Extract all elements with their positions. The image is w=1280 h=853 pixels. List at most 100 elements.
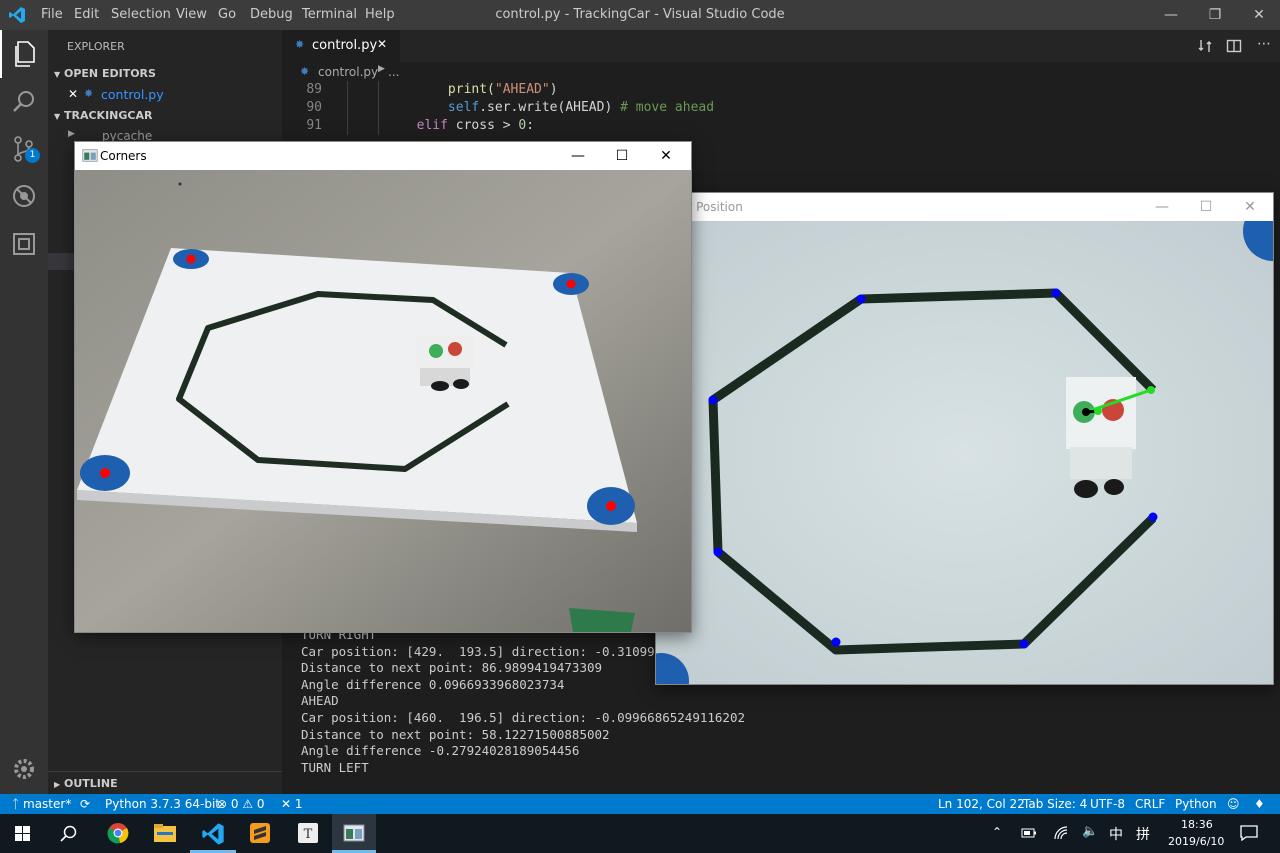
line-ending[interactable]: CRLF [1135, 797, 1165, 811]
python-file-icon: ✸ [300, 65, 310, 78]
car-image [416, 336, 474, 391]
code-text: self.ser.write(AHEAD) # move ahead [447, 100, 715, 115]
problems-status[interactable]: ⊗ 0 ⚠ 0 [217, 797, 265, 811]
tools-status[interactable]: ✕ 1 [281, 797, 303, 811]
line-number: 91 [306, 118, 322, 133]
tab-size[interactable]: Tab Size: 4 [1023, 797, 1087, 811]
ime-indicator[interactable]: 中 [1109, 824, 1123, 844]
corners-camera-image [75, 170, 691, 632]
cursor-position[interactable]: Ln 102, Col 22 [938, 797, 1025, 811]
clock-date[interactable]: 2019/6/10 [1168, 835, 1224, 848]
title-bar: File Edit Selection View Go Debug Termin… [0, 0, 1280, 30]
notifications-bell-icon[interactable]: ♦ [1254, 797, 1265, 811]
project-section[interactable]: ▼ TRACKINGCAR [54, 109, 152, 122]
tray-chevron-up-icon[interactable]: ⌃ [992, 825, 1002, 839]
line-number: 89 [306, 82, 322, 97]
feedback-smiley-icon[interactable]: ☺ [1227, 797, 1240, 811]
wifi-icon[interactable] [1053, 825, 1069, 841]
open-file-control-py[interactable]: control.py [101, 87, 164, 102]
svg-text:T: T [304, 827, 313, 842]
scm-badge: 1 [25, 148, 40, 163]
indent-guide [347, 81, 348, 135]
gear-icon[interactable] [0, 745, 48, 793]
close-button[interactable]: ✕ [1228, 193, 1272, 221]
windows-taskbar: T ⌃ 🔈 中 拼 18:36 2019/6/10 [0, 814, 1280, 853]
search-icon[interactable] [60, 825, 78, 843]
minimize-button[interactable]: — [1140, 193, 1184, 221]
file-explorer-icon[interactable] [153, 823, 177, 843]
close-button[interactable]: ✕ [1237, 0, 1280, 30]
open-editors-section[interactable]: ▼ OPEN EDITORS [54, 67, 156, 80]
tab-close-icon[interactable]: ✕ [377, 37, 387, 51]
close-editor-icon[interactable]: ✕ [68, 87, 78, 101]
breadcrumb-file[interactable]: control.py [318, 65, 378, 79]
terminal-line: Angle difference -0.27924028189054456 [301, 743, 580, 759]
source-control-icon[interactable]: 1 [0, 126, 48, 174]
activity-bar: 1 [0, 30, 48, 794]
language-mode[interactable]: Python [1175, 797, 1217, 811]
split-editor-icon[interactable] [1226, 38, 1242, 54]
tab-label: control.py [312, 38, 378, 53]
action-center-icon[interactable] [1240, 825, 1258, 841]
code-line[interactable]: 90 self.ser.write(AHEAD) # move ahead [282, 99, 1280, 117]
typora-icon[interactable]: T [297, 822, 319, 844]
image-window-icon [343, 824, 365, 842]
python-file-icon: ✸ [84, 87, 94, 100]
car-position-titlebar[interactable]: ar Position — ☐ ✕ [656, 193, 1273, 221]
battery-icon[interactable] [1021, 827, 1037, 839]
python-file-icon: ✸ [295, 38, 305, 51]
encoding[interactable]: UTF-8 [1090, 797, 1125, 811]
terminal-line: TURN LEFT [301, 759, 369, 775]
terminal-line: Angle difference 0.0966933968023734 [301, 676, 565, 692]
corners-window[interactable]: Corners — ☐ ✕ [74, 141, 692, 633]
car-position-window[interactable]: ar Position — ☐ ✕ [655, 192, 1274, 685]
tab-control-py[interactable]: ✸ control.py ✕ [282, 30, 400, 62]
close-button[interactable]: ✕ [644, 142, 688, 170]
chevron-right-icon: ▶ [68, 129, 75, 139]
search-icon[interactable] [0, 78, 48, 126]
code-text: elif cross > 0: [416, 118, 535, 133]
python-interpreter[interactable]: Python 3.7.3 64-bit [105, 797, 220, 811]
terminal-line: Car position: [460. 196.5] direction: -0… [301, 710, 746, 725]
status-bar: ᛏ master* ⟳ Python 3.7.3 64-bit ⊗ 0 ⚠ 0 … [0, 794, 1280, 814]
chevron-right-icon: ▶ [378, 64, 385, 74]
terminal-line: Distance to next point: 58.1227150088500… [301, 726, 610, 742]
windows-start-icon[interactable] [15, 826, 31, 842]
ime-mode-indicator[interactable]: 拼 [1136, 824, 1150, 844]
tabs-bar: ⋯ [282, 30, 1280, 62]
sync-icon[interactable]: ⟳ [80, 797, 90, 811]
window-title: control.py - TrackingCar - Visual Studio… [495, 7, 785, 22]
outline-section[interactable]: ▶ OUTLINE [54, 777, 118, 790]
vscode-taskbar-icon[interactable] [201, 822, 225, 846]
window-app-icon [82, 149, 98, 162]
python-window-taskbar-item[interactable] [332, 814, 376, 853]
volume-icon[interactable]: 🔈 [1082, 824, 1098, 839]
extensions-icon[interactable] [0, 222, 48, 270]
restore-button[interactable]: ❐ [1193, 0, 1237, 30]
corners-title: Corners [100, 149, 147, 163]
debug-icon[interactable] [0, 174, 48, 222]
terminal-line: Car position: [429. 193.5] direction: -0… [301, 643, 670, 659]
code-line[interactable]: 89 print("AHEAD") [282, 81, 1280, 99]
outline-divider [48, 771, 282, 772]
terminal-line: AHEAD [301, 693, 339, 709]
minimize-button[interactable]: — [556, 142, 600, 170]
sublime-icon[interactable] [249, 822, 271, 844]
clock-time[interactable]: 18:36 [1181, 818, 1213, 831]
maximize-button[interactable]: ☐ [600, 142, 644, 170]
compare-changes-icon[interactable] [1197, 38, 1213, 54]
line-number: 90 [306, 100, 322, 115]
explorer-icon[interactable] [0, 30, 48, 78]
explorer-header: EXPLORER [67, 40, 125, 53]
car-position-image [656, 221, 1273, 684]
branch-status[interactable]: ᛏ master* [12, 797, 71, 811]
chrome-icon[interactable] [107, 822, 129, 844]
code-text: print("AHEAD") [447, 82, 558, 97]
corners-titlebar[interactable]: Corners — ☐ ✕ [75, 142, 691, 170]
more-actions-icon[interactable]: ⋯ [1257, 36, 1271, 52]
code-line[interactable]: 91 elif cross > 0: [282, 117, 1280, 135]
maximize-button[interactable]: ☐ [1184, 193, 1228, 221]
minimize-button[interactable]: — [1149, 0, 1193, 30]
breadcrumb-more[interactable]: ... [388, 65, 399, 79]
indent-guide [378, 81, 379, 135]
